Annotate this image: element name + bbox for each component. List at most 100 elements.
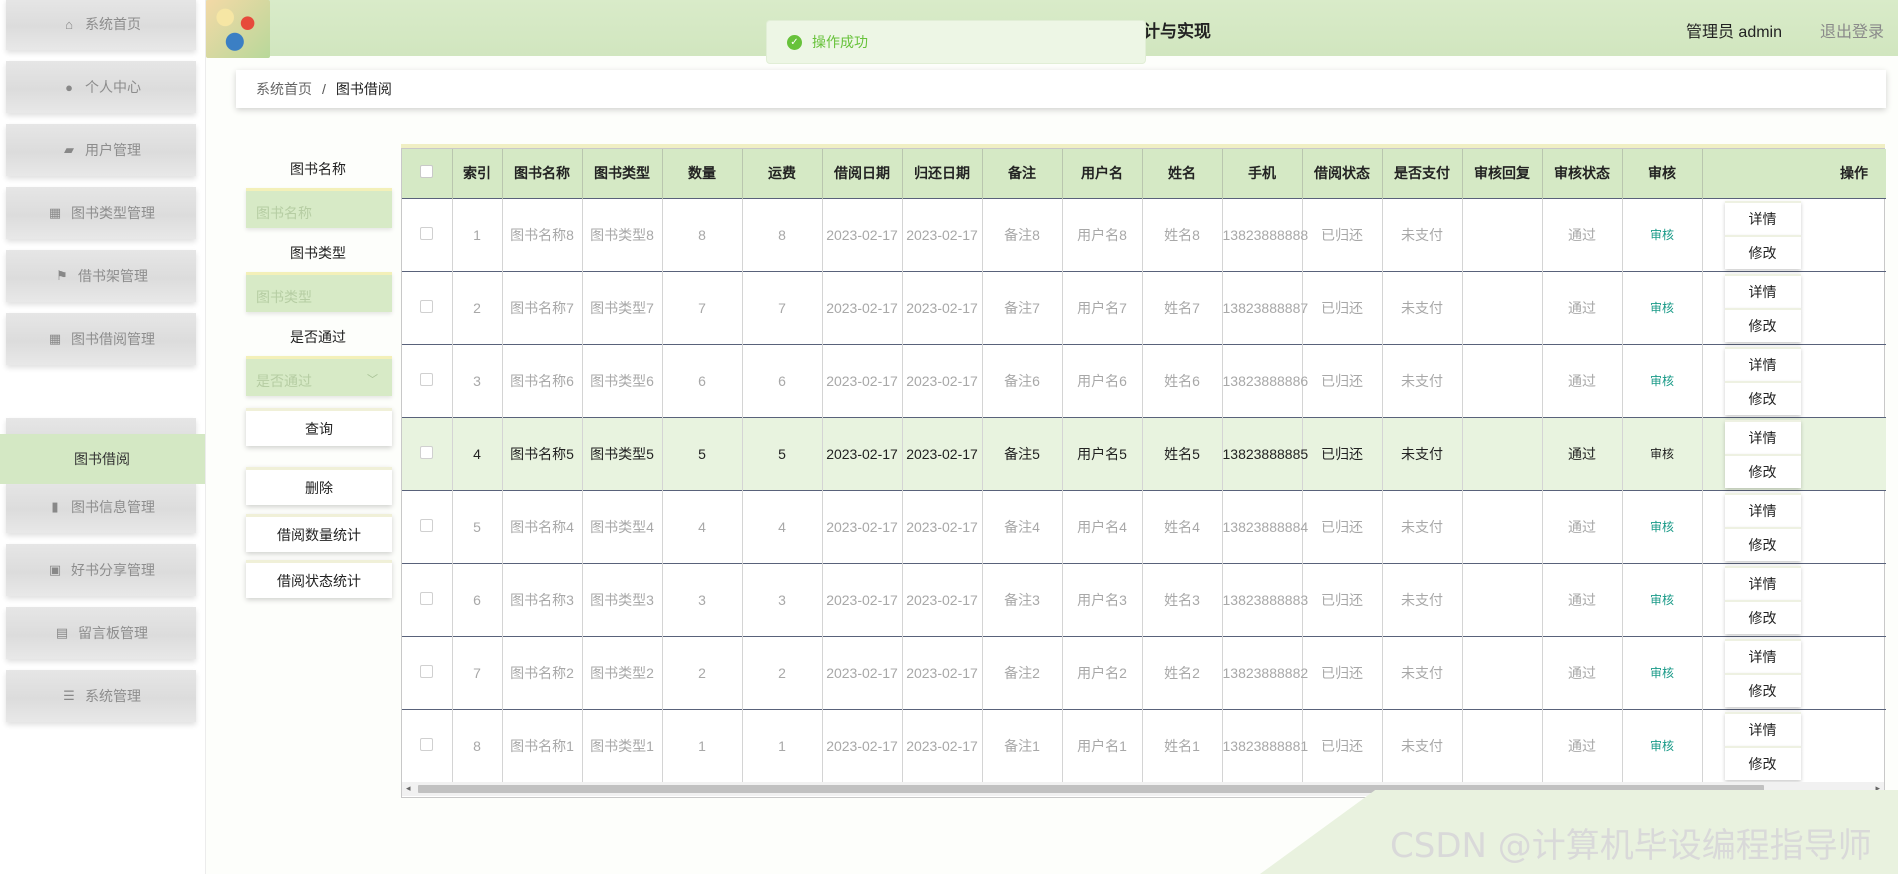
row-select-cell xyxy=(402,416,453,490)
cell-paid: 未支付 xyxy=(1382,197,1463,271)
detail-button[interactable]: 详情 xyxy=(1724,419,1801,454)
cell-realname: 姓名6 xyxy=(1142,343,1223,417)
detail-button[interactable]: 详情 xyxy=(1724,492,1801,527)
cell-note: 备注8 xyxy=(982,197,1063,271)
cell-qty: 6 xyxy=(662,343,743,417)
edit-button[interactable]: 修改 xyxy=(1724,234,1801,269)
audit-link[interactable]: 审核 xyxy=(1622,343,1703,417)
edit-button[interactable]: 修改 xyxy=(1724,745,1801,780)
cell-realname: 姓名2 xyxy=(1142,635,1223,709)
cell-reply xyxy=(1462,562,1543,636)
audit-link[interactable]: 审核 xyxy=(1622,270,1703,344)
row-checkbox[interactable] xyxy=(420,299,434,313)
delete-button[interactable]: 删除 xyxy=(246,467,392,505)
row-checkbox[interactable] xyxy=(420,445,434,459)
table-row[interactable]: 6 图书名称3 图书类型3 3 3 2023-02-17 2023-02-17 备注3 用户名3… xyxy=(402,562,1886,636)
logout-link[interactable]: 退出登录 xyxy=(1820,18,1884,42)
sidebar-item[interactable]: ▮ 图书信息管理 xyxy=(6,481,196,533)
row-checkbox[interactable] xyxy=(420,372,434,386)
edit-button[interactable]: 修改 xyxy=(1724,453,1801,488)
table-row[interactable]: 8 图书名称1 图书类型1 1 1 2023-02-17 2023-02-17 备注1 用户名1… xyxy=(402,708,1886,782)
sidebar-item-label: 系统首页 xyxy=(85,16,141,32)
table-row[interactable]: 1 图书名称8 图书类型8 8 8 2023-02-17 2023-02-17 备注8 用户名8… xyxy=(402,197,1886,271)
table-row[interactable]: 4 图书名称5 图书类型5 5 5 2023-02-17 2023-02-17 备注5 用户名5… xyxy=(402,416,1886,490)
scroll-left-icon[interactable]: ◂ xyxy=(406,783,411,794)
cell-type: 图书类型5 xyxy=(582,416,663,490)
breadcrumb-home[interactable]: 系统首页 xyxy=(256,79,312,99)
audit-link[interactable]: 审核 xyxy=(1622,708,1703,782)
detail-button[interactable]: 详情 xyxy=(1724,638,1801,673)
book-name-input[interactable]: 图书名称 xyxy=(246,188,392,228)
edit-button[interactable]: 修改 xyxy=(1724,672,1801,707)
sidebar-item-label: 用户管理 xyxy=(85,142,141,158)
cell-audit_status: 通过 xyxy=(1542,489,1623,563)
borrow-quantity-stats-button[interactable]: 借阅数量统计 xyxy=(246,514,392,552)
approved-select[interactable]: 是否通过 ﹀ xyxy=(246,356,392,396)
cell-return: 2023-02-17 xyxy=(902,416,983,490)
cell-reply xyxy=(1462,197,1543,271)
edit-button[interactable]: 修改 xyxy=(1724,380,1801,415)
detail-button[interactable]: 详情 xyxy=(1724,711,1801,746)
row-checkbox[interactable] xyxy=(420,226,434,240)
clipboard-icon: ▣ xyxy=(48,562,62,577)
cell-username: 用户名3 xyxy=(1062,562,1143,636)
cell-phone: 13823888887 xyxy=(1222,270,1308,344)
sidebar-subitem-active[interactable]: 图书借阅 xyxy=(0,434,205,484)
detail-button[interactable]: 详情 xyxy=(1724,565,1801,600)
sidebar-item[interactable]: ▦ 图书借阅管理 xyxy=(6,313,196,365)
success-toast: ✓ 操作成功 xyxy=(766,20,1146,64)
sidebar-item-label: 图书类型管理 xyxy=(71,205,155,221)
sidebar-item[interactable]: ⚑ 借书架管理 xyxy=(6,250,196,302)
cell-realname: 姓名3 xyxy=(1142,562,1223,636)
table-row[interactable]: 5 图书名称4 图书类型4 4 4 2023-02-17 2023-02-17 备注4 用户名4… xyxy=(402,489,1886,563)
sidebar-item[interactable]: ▣ 好书分享管理 xyxy=(6,544,196,596)
sidebar-item[interactable]: ▰ 用户管理 xyxy=(6,124,196,176)
cell-fee: 2 xyxy=(742,635,823,709)
cell-fee: 3 xyxy=(742,562,823,636)
row-checkbox[interactable] xyxy=(420,518,434,532)
select-all-checkbox[interactable] xyxy=(420,165,434,179)
row-checkbox[interactable] xyxy=(420,664,434,678)
table-row[interactable]: 7 图书名称2 图书类型2 2 2 2023-02-17 2023-02-17 备注2 用户名2… xyxy=(402,635,1886,709)
detail-button[interactable]: 详情 xyxy=(1724,273,1801,308)
audit-link[interactable]: 审核 xyxy=(1622,562,1703,636)
detail-button[interactable]: 详情 xyxy=(1724,200,1801,235)
cell-username: 用户名1 xyxy=(1062,708,1143,782)
column-header: 是否支付 xyxy=(1382,149,1463,198)
cell-return: 2023-02-17 xyxy=(902,197,983,271)
cell-status: 已归还 xyxy=(1302,635,1383,709)
edit-button[interactable]: 修改 xyxy=(1724,307,1801,342)
audit-link[interactable]: 审核 xyxy=(1622,197,1703,271)
audit-link[interactable]: 审核 xyxy=(1622,416,1703,490)
cell-name: 图书名称7 xyxy=(502,270,583,344)
book-type-input[interactable]: 图书类型 xyxy=(246,272,392,312)
borrow-status-stats-button[interactable]: 借阅状态统计 xyxy=(246,560,392,598)
chevron-down-icon: ﹀ xyxy=(367,374,378,386)
approved-label: 是否通过 xyxy=(290,329,346,345)
row-select-cell xyxy=(402,197,453,271)
row-checkbox[interactable] xyxy=(420,737,434,751)
audit-link[interactable]: 审核 xyxy=(1622,489,1703,563)
table-row[interactable]: 3 图书名称6 图书类型6 6 6 2023-02-17 2023-02-17 备注6 用户名6… xyxy=(402,343,1886,417)
cell-phone: 13823888883 xyxy=(1222,562,1308,636)
row-checkbox[interactable] xyxy=(420,591,434,605)
sidebar-item[interactable]: ● 个人中心 xyxy=(6,61,196,113)
row-actions: 详情修改 xyxy=(1702,708,1886,782)
cell-type: 图书类型4 xyxy=(582,489,663,563)
query-button[interactable]: 查询 xyxy=(246,408,392,446)
breadcrumb: 系统首页 / 图书借阅 xyxy=(236,70,1886,108)
sidebar-item[interactable]: ☰ 系统管理 xyxy=(6,670,196,722)
edit-button[interactable]: 修改 xyxy=(1724,526,1801,561)
sidebar-item[interactable]: ⌂ 系统首页 xyxy=(6,0,196,50)
cell-index: 7 xyxy=(452,635,503,709)
sidebar-item[interactable]: ▤ 留言板管理 xyxy=(6,607,196,659)
column-header: 借阅日期 xyxy=(822,149,903,198)
detail-button[interactable]: 详情 xyxy=(1724,346,1801,381)
sidebar-item-label: 图书信息管理 xyxy=(71,499,155,515)
cell-phone: 13823888884 xyxy=(1222,489,1308,563)
cell-qty: 3 xyxy=(662,562,743,636)
sidebar-item[interactable]: ▦ 图书类型管理 xyxy=(6,187,196,239)
table-row[interactable]: 2 图书名称7 图书类型7 7 7 2023-02-17 2023-02-17 备注7 用户名7… xyxy=(402,270,1886,344)
edit-button[interactable]: 修改 xyxy=(1724,599,1801,634)
audit-link[interactable]: 审核 xyxy=(1622,635,1703,709)
